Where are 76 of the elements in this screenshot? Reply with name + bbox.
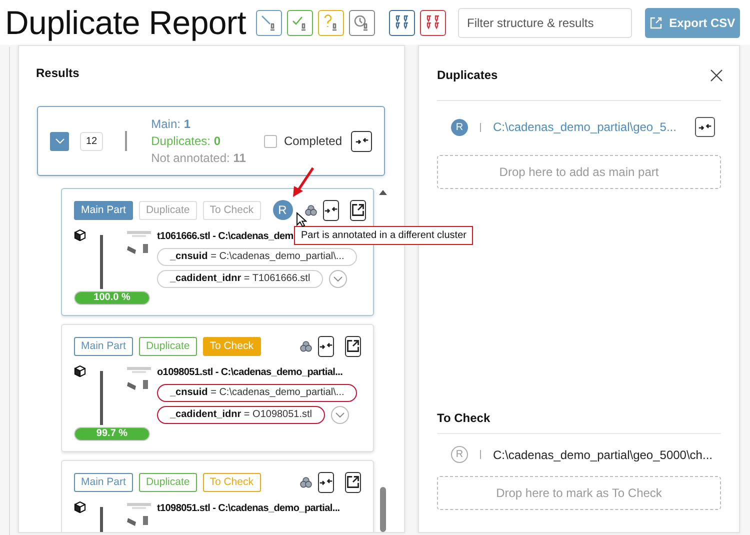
open-button[interactable] bbox=[350, 200, 366, 220]
expand-button[interactable] bbox=[50, 132, 69, 150]
stat-text: Main: 1 bbox=[151, 117, 192, 131]
open-button[interactable] bbox=[344, 336, 361, 356]
part-card[interactable]: Main Part Duplicate To Check 99.7 % o1098051.stl - C:\cadenas_demo_partial... _cnsuid = C:\cadenas_demo_partial\... _cadident_idnr = O1098051.stl bbox=[61, 324, 374, 452]
external-link-icon bbox=[346, 339, 360, 353]
section-title: To Check bbox=[437, 411, 490, 425]
part-title: o1098051.stl - C:\cadenas_demo_partial... bbox=[157, 367, 343, 378]
chevron-down-icon bbox=[54, 138, 64, 144]
part-title: t1098051.stl - C:\cadenas_demo_partial... bbox=[157, 503, 340, 514]
scroll-up-icon[interactable] bbox=[379, 190, 387, 195]
to-check-tag[interactable]: To Check bbox=[202, 336, 260, 356]
duplicate-tag[interactable]: Duplicate bbox=[138, 336, 197, 356]
file-path: C:\cadenas_demo_partial\geo_5000\ch... bbox=[493, 448, 712, 462]
cluster-icon[interactable] bbox=[300, 340, 312, 352]
merge-button[interactable] bbox=[351, 130, 372, 152]
merge-button[interactable] bbox=[322, 200, 338, 220]
attribute-chip: _cnsuid = C:\cadenas_demo_partial\... bbox=[157, 248, 358, 266]
part-preview-drawing bbox=[100, 235, 103, 289]
chevron-down-icon bbox=[333, 276, 344, 282]
collapse-all-icon[interactable] bbox=[420, 10, 446, 36]
to-check-tag[interactable]: To Check bbox=[202, 472, 260, 492]
checkbox-label: Completed bbox=[284, 134, 342, 148]
cube-icon[interactable] bbox=[74, 501, 86, 513]
drop-zone[interactable]: Drop here to add as main part bbox=[437, 155, 721, 189]
close-button[interactable] bbox=[710, 68, 723, 82]
file-path-link[interactable]: C:\cadenas_demo_partial\geo_5... bbox=[493, 120, 676, 134]
main-part-tag[interactable]: Main Part bbox=[74, 200, 133, 220]
cube-icon[interactable] bbox=[74, 229, 86, 241]
section-title: Duplicates bbox=[437, 68, 498, 82]
cube-icon[interactable] bbox=[74, 365, 86, 377]
part-title: t1061666.stl - C:\cadenas_dem bbox=[157, 231, 294, 242]
similarity-text: 100.0 % bbox=[92, 292, 132, 304]
question-filter-icon[interactable] bbox=[318, 10, 344, 36]
not-duplicate-filter-icon[interactable] bbox=[256, 10, 282, 36]
pointer-arrow bbox=[290, 166, 316, 198]
merge-button[interactable] bbox=[318, 336, 334, 356]
external-link-icon bbox=[350, 203, 364, 217]
stat-text: Not annotated: 11 bbox=[151, 151, 246, 165]
drop-zone[interactable]: Drop here to mark as To Check bbox=[437, 476, 721, 510]
search-field[interactable]: Filter structure & results bbox=[458, 8, 632, 38]
open-button[interactable] bbox=[344, 472, 361, 492]
tooltip: Part is annotated in a different cluster bbox=[294, 226, 474, 245]
part-card[interactable]: Main Part Duplicate To Check t1098051.stl - C:\cadenas_demo_partial... bbox=[61, 460, 374, 532]
chevron-down-icon bbox=[335, 412, 346, 418]
merge-button[interactable] bbox=[318, 472, 334, 492]
attribute-chip: _cnsuid = C:\cadenas_demo_partial\... bbox=[157, 384, 358, 402]
expand-all-icon[interactable] bbox=[389, 10, 415, 36]
mouse-cursor-icon bbox=[296, 212, 307, 227]
attribute-chip: _cadident_idnr = O1098051.stl bbox=[157, 406, 326, 424]
page-title: Duplicate Report bbox=[5, 4, 246, 42]
count-badge: 12 bbox=[80, 132, 104, 150]
export-csv-button[interactable]: Export CSV bbox=[645, 8, 740, 38]
cluster-icon[interactable] bbox=[300, 476, 312, 488]
panel-title: Results bbox=[36, 66, 80, 80]
duplicate-tag[interactable]: Duplicate bbox=[138, 472, 197, 492]
main-part-tag[interactable]: Main Part bbox=[74, 472, 133, 492]
cluster-icon[interactable] bbox=[304, 204, 316, 216]
stat-text: Duplicates: 0 bbox=[151, 134, 222, 148]
expand-button[interactable] bbox=[331, 406, 350, 424]
part-preview-drawing bbox=[100, 371, 103, 425]
user-avatar: R bbox=[451, 446, 468, 463]
user-avatar: R bbox=[272, 200, 292, 220]
user-avatar: R bbox=[451, 118, 468, 136]
duplicate-filter-icon[interactable] bbox=[287, 10, 313, 36]
checkbox[interactable] bbox=[264, 134, 277, 148]
external-link-icon bbox=[346, 475, 360, 489]
expand-button[interactable] bbox=[329, 270, 348, 288]
merge-button[interactable] bbox=[695, 117, 715, 137]
scrollbar-thumb[interactable] bbox=[380, 487, 386, 532]
main-part-tag[interactable]: Main Part bbox=[74, 336, 133, 356]
clock-filter-icon[interactable] bbox=[349, 10, 375, 36]
similarity-text: 99.7 % bbox=[95, 428, 129, 440]
attribute-chip: _cadident_idnr = T1061666.stl bbox=[157, 270, 324, 288]
close-icon bbox=[710, 68, 723, 82]
export-icon bbox=[650, 16, 662, 28]
